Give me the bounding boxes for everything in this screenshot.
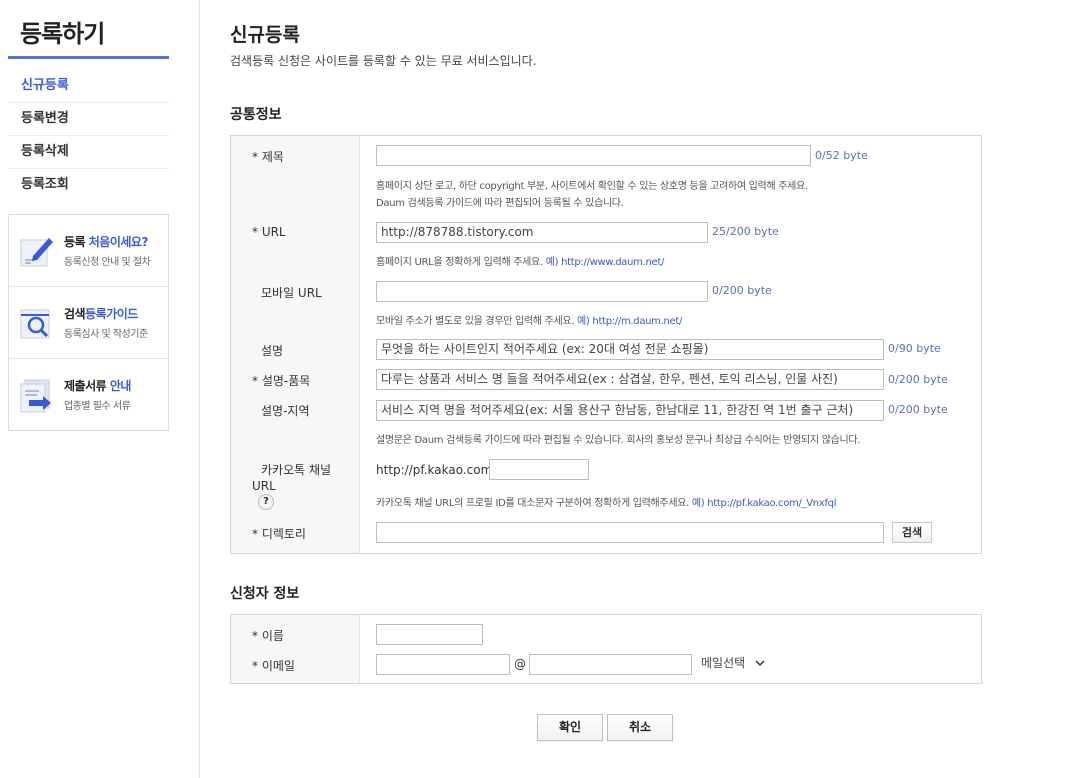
guide-card-search-guide[interactable]: 검색등록가이드 등록심사 및 작성기준 [9,287,168,359]
pencil-doc-icon [20,238,53,267]
magnifier-doc-icon [20,309,50,339]
guide-card-first-time[interactable]: 등록 처음이세요? 등록신청 안내 및 절차 [9,215,168,287]
url-input[interactable]: http://878788.tistory.com [376,222,708,243]
directory-search-button[interactable]: 검색 [892,522,932,543]
guide-card-title: 제출서류 안내 [64,379,131,393]
desc-input[interactable]: 무엇을 하는 사이트인지 적어주세요 (ex: 20대 여성 전문 쇼핑몰) [376,339,884,360]
mobile-url-hint: 모바일 주소가 별도로 있을 경우만 입력해 주세요. 예) http://m.… [376,316,683,327]
common-info-form: * 제목 0/52 byte 홈페이지 상단 로고, 하단 copyright … [230,135,982,554]
guide-card-title: 등록 처음이세요? [64,235,148,249]
document-arrow-icon [20,379,51,413]
directory-label: * 디렉토리 [252,527,306,541]
confirm-button[interactable]: 확인 [537,714,603,741]
product-label: * 설명-품목 [252,374,311,388]
kakao-label: 카카오톡 채널 [261,463,332,477]
product-input[interactable]: 다루는 상품과 서비스 명 들을 적어주세요(ex : 삼겹살, 한우, 펜션,… [376,369,884,390]
sidebar-title: 등록하기 [20,20,105,48]
sidebar-item-change[interactable]: 등록변경 [8,103,169,136]
label-column [231,136,360,553]
name-input[interactable] [376,624,483,645]
region-input[interactable]: 서비스 지역 명을 적어주세요(ex: 서울 용산구 한남동, 한남대로 11,… [376,400,884,421]
email-domain-select[interactable]: 메일선택 [701,653,765,674]
kakao-hint: 카카오톡 채널 URL의 프로필 ID를 대소문자 구분하여 정확하게 입력해주… [376,498,837,509]
email-id-input[interactable] [376,654,510,675]
title-byte-count: 0/52 byte [815,149,868,162]
label-column [231,615,360,683]
guide-card-documents[interactable]: 제출서류 안내 업종별 필수 서류 [9,359,168,431]
guide-card-subtitle: 업종별 필수 서류 [64,401,131,412]
applicant-info-form: * 이름 * 이메일 @ 메일선택 [230,614,982,684]
title-label: * 제목 [252,150,284,164]
url-label: * URL [252,225,286,239]
name-label: * 이름 [252,629,284,643]
kakao-id-input[interactable] [489,459,589,480]
page-title: 신규등록 [230,24,300,46]
kakao-label-url: URL [252,479,276,493]
page-description: 검색등록 신청은 사이트를 등록할 수 있는 무료 서비스입니다. [230,54,537,68]
mobile-url-input[interactable] [376,281,708,302]
region-label: 설명-지역 [261,404,310,418]
kakao-url-prefix: http://pf.kakao.com/ [376,463,497,477]
guide-card-subtitle: 등록심사 및 작성기준 [64,329,148,340]
sidebar-guide-box: 등록 처음이세요? 등록신청 안내 및 절차 검색등록가이드 등록심사 및 작성… [8,214,169,431]
sidebar-menu: 신규등록 등록변경 등록삭제 등록조회 [8,70,169,202]
sidebar-item-delete[interactable]: 등록삭제 [8,136,169,169]
sidebar: 등록하기 신규등록 등록변경 등록삭제 등록조회 등록 처음이세요? 등록신청 … [0,0,200,778]
desc-byte-count: 0/90 byte [888,342,941,355]
mobile-url-byte-count: 0/200 byte [712,284,772,297]
sidebar-item-lookup[interactable]: 등록조회 [8,169,169,202]
region-byte-count: 0/200 byte [888,403,948,416]
title-hint-2: Daum 검색등록 가이드에 따라 편집되어 등록될 수 있습니다. [376,198,624,209]
chevron-down-icon [755,653,765,674]
email-domain-input[interactable] [529,654,692,675]
product-byte-count: 0/200 byte [888,373,948,386]
help-icon[interactable]: ? [258,494,274,510]
title-input[interactable] [376,145,811,166]
cancel-button[interactable]: 취소 [607,714,673,741]
guide-card-subtitle: 등록신청 안내 및 절차 [64,257,151,268]
section-title-applicant: 신청자 정보 [230,586,300,602]
desc-label: 설명 [261,344,284,358]
guide-card-title: 검색등록가이드 [64,307,138,321]
section-title-common: 공통정보 [230,107,282,123]
mobile-url-label: 모바일 URL [261,286,322,300]
sidebar-item-new[interactable]: 신규등록 [8,70,169,103]
directory-input[interactable] [376,522,884,543]
email-at-sign: @ [514,657,526,671]
url-byte-count: 25/200 byte [712,225,779,238]
sidebar-title-underline [8,56,169,59]
url-hint: 홈페이지 URL을 정확하게 입력해 주세요. 예) http://www.da… [376,257,665,268]
desc-hint: 설명문은 Daum 검색등록 가이드에 따라 편집될 수 있습니다. 회사의 홍… [376,435,861,446]
title-hint-1: 홈페이지 상단 로고, 하단 copyright 부분, 사이트에서 확인할 수… [376,181,808,192]
email-label: * 이메일 [252,659,295,673]
